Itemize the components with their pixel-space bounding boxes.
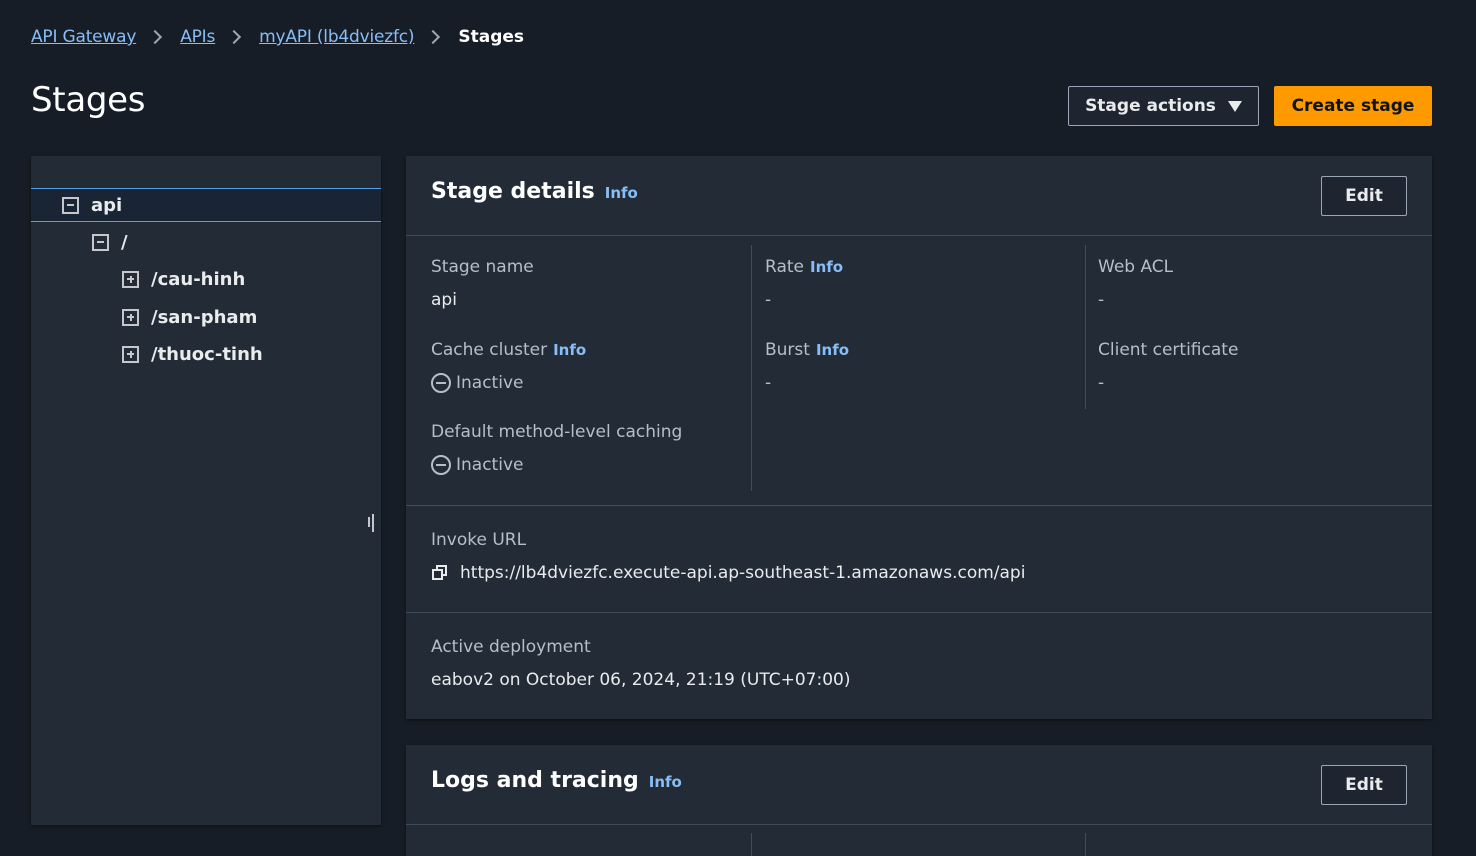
stage-tree-panel: api / /cau-hinh /san-pham /thuoc-tinh	[31, 156, 381, 825]
tree-item-root[interactable]: /	[31, 225, 381, 259]
rate-label: Rate Info	[765, 257, 843, 283]
breadcrumb-apis[interactable]: APIs	[180, 27, 215, 47]
chevron-right-icon	[227, 29, 242, 45]
card-header: Stage details Info Edit	[406, 156, 1432, 236]
cache-cluster-value: Inactive	[431, 370, 586, 396]
info-link[interactable]: Info	[605, 184, 638, 202]
breadcrumb-myapi[interactable]: myAPI (lb4dviezfc)	[259, 27, 414, 47]
logs-tracing-card: Logs and tracing Info Edit	[406, 745, 1432, 856]
section-divider	[406, 505, 1432, 506]
edit-stage-details-button[interactable]: Edit	[1321, 176, 1407, 216]
stage-actions-label: Stage actions	[1085, 96, 1216, 116]
default-caching-label: Default method-level caching	[431, 422, 683, 442]
tree-item-api[interactable]: api	[31, 188, 381, 222]
expand-icon[interactable]	[122, 270, 139, 288]
chevron-right-icon	[148, 29, 163, 45]
tree-item-cau-hinh[interactable]: /cau-hinh	[31, 262, 381, 296]
active-deployment-label: Active deployment	[431, 637, 591, 657]
tree-item-label: /	[121, 231, 128, 253]
collapse-icon[interactable]	[62, 196, 79, 214]
client-certificate-label: Client certificate	[1098, 340, 1239, 360]
edit-logs-tracing-button[interactable]: Edit	[1321, 765, 1407, 805]
burst-field: Burst Info -	[765, 340, 849, 396]
stage-name-value: api	[431, 290, 457, 310]
burst-label: Burst Info	[765, 340, 849, 366]
burst-label-text: Burst	[765, 340, 810, 360]
default-caching-value: Inactive	[431, 452, 682, 478]
cache-cluster-field: Cache cluster Info Inactive	[431, 340, 586, 396]
rate-value: -	[765, 290, 772, 310]
default-caching-status: Inactive	[456, 455, 524, 475]
invoke-url-field: Invoke URL https://lb4dviezfc.execute-ap…	[431, 530, 1025, 586]
default-caching-field: Default method-level caching Inactive	[431, 422, 682, 478]
burst-value: -	[765, 373, 772, 393]
web-acl-label: Web ACL	[1098, 257, 1174, 277]
stage-details-card: Stage details Info Edit Stage name api R…	[406, 156, 1432, 719]
tree-item-label: api	[91, 194, 123, 216]
stage-name-field: Stage name api	[431, 257, 534, 313]
stage-actions-button[interactable]: Stage actions	[1068, 86, 1259, 126]
web-acl-field: Web ACL -	[1098, 257, 1173, 313]
column-divider	[1085, 833, 1086, 856]
client-certificate-field: Client certificate -	[1098, 340, 1238, 396]
tree-item-label: /cau-hinh	[151, 268, 246, 290]
active-deployment-field: Active deployment eabov2 on October 06, …	[431, 637, 850, 693]
column-divider	[751, 833, 752, 856]
info-link[interactable]: Info	[810, 258, 843, 276]
column-divider	[1085, 245, 1086, 409]
create-stage-button[interactable]: Create stage	[1274, 86, 1432, 126]
invoke-url-label: Invoke URL	[431, 530, 527, 550]
chevron-right-icon	[426, 29, 441, 45]
stage-details-title: Stage details	[431, 179, 595, 204]
tree-item-label: /san-pham	[151, 306, 258, 328]
web-acl-value: -	[1098, 290, 1105, 310]
status-stopped-icon	[431, 455, 451, 475]
caret-down-icon	[1227, 100, 1242, 112]
copy-icon[interactable]	[431, 564, 449, 582]
cache-cluster-label-text: Cache cluster	[431, 340, 548, 360]
active-deployment-value: eabov2 on October 06, 2024, 21:19 (UTC+0…	[431, 670, 851, 690]
card-header: Logs and tracing Info Edit	[406, 745, 1432, 825]
info-link[interactable]: Info	[553, 341, 586, 359]
page-title: Stages	[31, 80, 146, 120]
expand-icon[interactable]	[122, 308, 139, 326]
rate-label-text: Rate	[765, 257, 804, 277]
stage-name-label: Stage name	[431, 257, 534, 277]
info-link[interactable]: Info	[816, 341, 849, 359]
section-divider	[406, 612, 1432, 613]
tree-item-thuoc-tinh[interactable]: /thuoc-tinh	[31, 337, 381, 371]
cache-cluster-status: Inactive	[456, 373, 524, 393]
tree-item-san-pham[interactable]: /san-pham	[31, 300, 381, 334]
client-certificate-value: -	[1098, 373, 1105, 393]
card-title: Stage details Info	[431, 179, 638, 204]
invoke-url-value: https://lb4dviezfc.execute-api.ap-southe…	[431, 560, 1025, 586]
invoke-url-text[interactable]: https://lb4dviezfc.execute-api.ap-southe…	[460, 563, 1025, 583]
breadcrumb: API Gateway APIs myAPI (lb4dviezfc) Stag…	[31, 24, 524, 50]
resize-handle-icon[interactable]	[368, 514, 376, 532]
logs-tracing-title: Logs and tracing	[431, 768, 639, 793]
info-link[interactable]: Info	[649, 773, 682, 791]
breadcrumb-current: Stages	[458, 27, 525, 47]
status-stopped-icon	[431, 373, 451, 393]
rate-field: Rate Info -	[765, 257, 843, 313]
cache-cluster-label: Cache cluster Info	[431, 340, 586, 366]
expand-icon[interactable]	[122, 345, 139, 363]
tree-item-label: /thuoc-tinh	[151, 343, 263, 365]
card-title: Logs and tracing Info	[431, 768, 682, 793]
column-divider	[751, 245, 752, 491]
collapse-icon[interactable]	[92, 233, 109, 251]
breadcrumb-api-gateway[interactable]: API Gateway	[31, 27, 136, 47]
